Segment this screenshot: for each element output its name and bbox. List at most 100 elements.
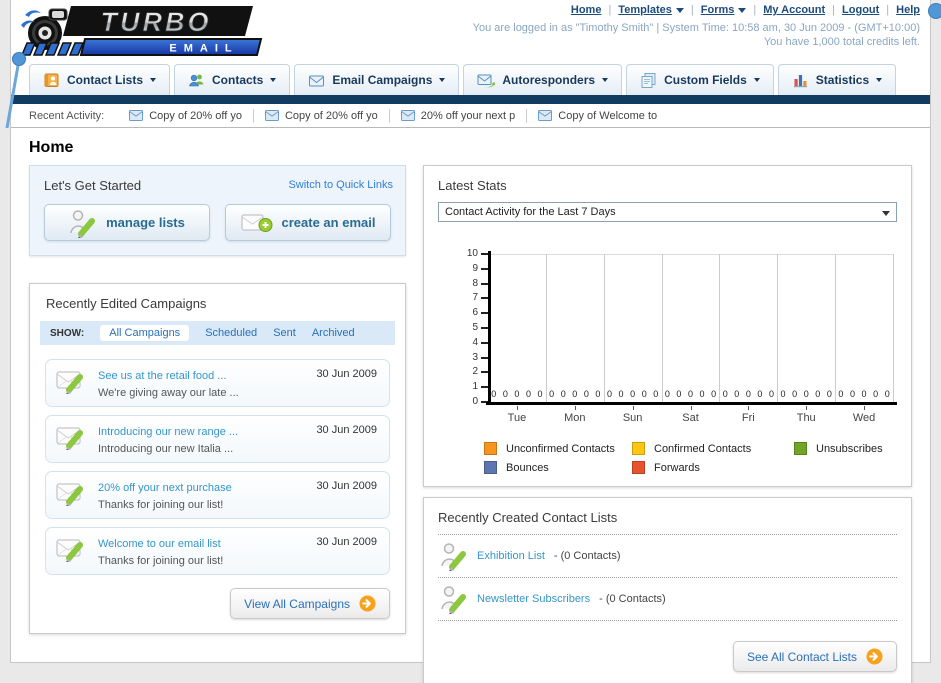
tab-label: Statistics [815, 73, 870, 87]
manage-lists-button[interactable]: manage lists [44, 204, 210, 241]
nav-link-home[interactable]: Home [571, 4, 602, 16]
recent-activity-item[interactable]: Copy of 20% off yo [118, 108, 254, 123]
data-value-label: 0 [826, 389, 832, 399]
y-axis-tick-mark [481, 253, 488, 255]
legend-item: Bounces [484, 461, 632, 474]
page: TURBO EMAIL Home | Templates | Forms | My Acco… [0, 0, 941, 683]
campaign-item[interactable]: Welcome to our email list Thanks for join… [45, 527, 390, 575]
recent-activity-item[interactable]: 20% off your next p [390, 108, 528, 123]
nav-link-label: Help [896, 4, 920, 16]
contact-list-name-link[interactable]: Exhibition List [477, 550, 545, 562]
nav-link-my-account[interactable]: My Account [763, 4, 825, 16]
data-value-label: 0 [780, 389, 786, 399]
corner-dot-decoration [928, 3, 941, 19]
switch-quick-links[interactable]: Switch to Quick Links [288, 179, 393, 191]
recent-activity-item[interactable]: Copy of Welcome to [527, 109, 668, 123]
envelope-edit-icon [56, 534, 88, 567]
nav-link-forms[interactable]: Forms [701, 4, 747, 16]
tab-autoresponders[interactable]: Autoresponders [463, 64, 623, 95]
contact-list-count: - (0 Contacts) [599, 593, 666, 605]
nav-separator: | [753, 4, 757, 16]
nav-link-templates[interactable]: Templates [618, 4, 684, 16]
tab-label: Custom Fields [664, 73, 747, 87]
legend-label: Confirmed Contacts [654, 442, 752, 455]
tab-contacts[interactable]: Contacts [174, 64, 291, 95]
data-value-label: 0 [676, 389, 682, 399]
tab-label: Contacts [212, 73, 264, 87]
recent-activity-item-label: Copy of Welcome to [558, 109, 658, 122]
data-value-label: 0 [549, 389, 555, 399]
contact-list-count: - (0 Contacts) [553, 550, 621, 562]
recent-activity-item-label: 20% off your next p [420, 109, 516, 122]
data-value-label: 0 [664, 389, 670, 399]
campaign-text: See us at the retail food ... We're givin… [98, 366, 239, 399]
y-axis-tick-mark [481, 267, 488, 270]
see-all-contact-lists-button[interactable]: See All Contact Lists [732, 641, 897, 672]
campaign-item[interactable]: 20% off your next purchase Thanks for joi… [45, 471, 390, 519]
y-axis-tick-mark [481, 312, 488, 315]
legend-swatch [794, 442, 807, 455]
nav-separator: | [690, 4, 694, 16]
filter-sent[interactable]: Sent [273, 327, 296, 339]
filter-scheduled[interactable]: Scheduled [205, 327, 257, 339]
campaigns-title: Recently Edited Campaigns [46, 296, 207, 311]
campaign-title-link[interactable]: Introducing our new range ... [98, 426, 238, 438]
data-value-label: 0 [815, 389, 821, 399]
data-value-label: 0 [768, 389, 774, 399]
data-value-label: 0 [618, 389, 624, 399]
campaign-subtitle: Thanks for joining our list! [98, 555, 224, 567]
campaign-date: 30 Jun 2009 [316, 424, 377, 436]
data-value-label: 0 [745, 389, 751, 399]
envelope-edit-icon [56, 366, 88, 399]
y-axis-tick-mark [481, 297, 488, 300]
contact-list-name-link[interactable]: Newsletter Subscribers [477, 593, 590, 605]
gridline [545, 254, 547, 402]
data-value-label: 0 [630, 389, 636, 399]
y-axis-tick-mark [481, 356, 488, 359]
app-logo[interactable]: TURBO EMAIL [19, 3, 269, 62]
campaign-item[interactable]: Introducing our new range ... Introducing… [45, 415, 390, 463]
nav-link-label: Logout [842, 4, 880, 16]
campaign-title-link[interactable]: See us at the retail food ... [98, 370, 226, 382]
data-value-label: 0 [734, 389, 740, 399]
y-axis-tick-mark [481, 327, 488, 329]
envelope-icon [264, 110, 279, 121]
y-axis-tick-label: 7 [472, 292, 478, 304]
recent-activity-item[interactable]: Copy of 20% off yo [254, 108, 390, 123]
filter-archived[interactable]: Archived [312, 327, 355, 339]
gridline [777, 254, 779, 402]
campaign-title-link[interactable]: 20% off your next purchase [98, 482, 232, 494]
legend-label: Unsubscribes [816, 442, 883, 455]
tab-statistics[interactable]: Statistics [777, 64, 897, 95]
campaign-title-link[interactable]: Welcome to our email list [98, 538, 221, 550]
campaigns-panel: Recently Edited Campaigns SHOW: All Camp… [29, 283, 406, 634]
contact-list-item[interactable]: Newsletter Subscribers - (0 Contacts) [438, 578, 897, 621]
x-axis-tick-mark [574, 406, 576, 410]
y-axis-tick-label: 9 [472, 262, 478, 274]
campaign-item[interactable]: See us at the retail food ... We're givin… [45, 359, 390, 407]
create-an-email-button[interactable]: create an email [225, 204, 391, 241]
login-info: You are logged in as "Timothy Smith" | S… [473, 21, 920, 49]
data-value-label: 0 [525, 389, 531, 399]
x-axis-tick-mark [516, 406, 518, 410]
legend-label: Unconfirmed Contacts [506, 442, 615, 455]
chevron-down-icon [882, 211, 890, 216]
legend-item: Confirmed Contacts [632, 442, 794, 455]
stats-period-value: Contact Activity for the Last 7 Days [445, 206, 616, 218]
gs-button-label: manage lists [106, 215, 185, 230]
filter-all-campaigns[interactable]: All Campaigns [100, 325, 190, 341]
nav-link-help[interactable]: Help [896, 4, 920, 16]
view-all-campaigns-button[interactable]: View All Campaigns [230, 588, 390, 619]
contact-list-items: Exhibition List - (0 Contacts) Newsletter … [438, 535, 897, 621]
stats-period-select[interactable]: Contact Activity for the Last 7 Days [438, 202, 897, 222]
campaign-text: Introducing our new range ... Introducing… [98, 422, 238, 455]
tab-email-campaigns[interactable]: Email Campaigns [294, 64, 460, 95]
nav-link-logout[interactable]: Logout [842, 4, 879, 16]
data-value-label: 0 [514, 389, 520, 399]
y-axis-tick-mark [481, 371, 488, 374]
tab-custom-fields[interactable]: Custom Fields [626, 64, 774, 95]
contact-list-item[interactable]: Exhibition List - (0 Contacts) [438, 535, 897, 578]
contacts-icon [188, 72, 205, 88]
tab-contact-lists[interactable]: Contact Lists [29, 64, 171, 95]
logo-word-email: EMAIL [169, 43, 238, 55]
